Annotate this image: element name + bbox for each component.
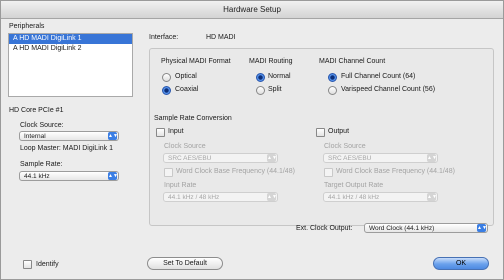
output-rate-value: 44.1 kHz / 48 kHz xyxy=(328,194,380,201)
full-count-label: Full Channel Count (64) xyxy=(341,73,416,80)
interface-label: Interface: xyxy=(149,34,179,41)
identify-label: Identify xyxy=(36,261,59,268)
updown-arrow-icon: ▲▼ xyxy=(267,154,277,162)
full-count-radio[interactable] xyxy=(328,73,337,82)
updown-arrow-icon: ▲▼ xyxy=(477,224,487,232)
updown-arrow-icon: ▲▼ xyxy=(267,193,277,201)
normal-label: Normal xyxy=(268,73,291,80)
hardware-setup-window: Hardware Setup Peripherals A HD MADI Dig… xyxy=(0,0,504,280)
input-rate-label: Input Rate xyxy=(164,182,197,189)
output-word-clock-checkbox[interactable] xyxy=(324,168,333,177)
updown-arrow-icon: ▲▼ xyxy=(427,154,437,162)
clock-source-label: Clock Source: xyxy=(20,122,64,129)
loop-master-text: Loop Master: MADI DigiLink 1 xyxy=(20,145,113,152)
updown-arrow-icon: ▲▼ xyxy=(427,193,437,201)
interface-value: HD MADI xyxy=(206,34,236,41)
set-to-default-button[interactable]: Set To Default xyxy=(147,257,223,270)
sample-rate-label: Sample Rate: xyxy=(20,161,63,168)
physical-format-label: Physical MADI Format xyxy=(161,58,231,65)
split-label: Split xyxy=(268,86,282,93)
input-rate-value: 44.1 kHz / 48 kHz xyxy=(168,194,220,201)
output-src-checkbox[interactable] xyxy=(316,128,325,137)
split-radio[interactable] xyxy=(256,86,265,95)
output-src-label: Output xyxy=(328,128,350,135)
ext-clock-value: Word Clock (44.1 kHz) xyxy=(369,225,435,232)
ok-button[interactable]: OK xyxy=(433,257,489,270)
clock-source-value: Internal xyxy=(24,133,46,140)
coaxial-radio[interactable] xyxy=(162,86,171,95)
device-name: HD Core PCIe #1 xyxy=(9,107,64,114)
sample-rate-select[interactable]: 44.1 kHz ▲▼ xyxy=(19,171,119,181)
peripheral-item[interactable]: A HD MADI DigiLink 1 xyxy=(9,34,132,44)
varispeed-count-label: Varispeed Channel Count (56) xyxy=(341,86,436,93)
input-src-label: Input xyxy=(168,128,184,135)
input-clock-source-label: Clock Source xyxy=(164,143,206,150)
peripheral-item[interactable]: A HD MADI DigiLink 2 xyxy=(9,44,132,54)
sample-rate-value: 44.1 kHz xyxy=(24,173,50,180)
input-clock-source-select[interactable]: SRC AES/EBU ▲▼ xyxy=(163,153,278,163)
varispeed-count-radio[interactable] xyxy=(328,86,337,95)
output-clock-source-select[interactable]: SRC AES/EBU ▲▼ xyxy=(323,153,438,163)
clock-source-select[interactable]: Internal ▲▼ xyxy=(19,131,119,141)
identify-checkbox[interactable] xyxy=(23,260,32,269)
normal-radio[interactable] xyxy=(256,73,265,82)
src-label: Sample Rate Conversion xyxy=(154,115,232,122)
output-clock-source-value: SRC AES/EBU xyxy=(328,155,372,162)
optical-label: Optical xyxy=(175,73,197,80)
peripherals-label: Peripherals xyxy=(9,23,45,30)
window-title: Hardware Setup xyxy=(1,1,503,19)
updown-arrow-icon: ▲▼ xyxy=(108,132,118,140)
output-word-clock-label: Word Clock Base Frequency (44.1/48) xyxy=(336,168,455,175)
coaxial-label: Coaxial xyxy=(175,86,199,93)
updown-arrow-icon: ▲▼ xyxy=(108,172,118,180)
input-word-clock-checkbox[interactable] xyxy=(164,168,173,177)
peripherals-list[interactable]: A HD MADI DigiLink 1 A HD MADI DigiLink … xyxy=(8,33,133,97)
output-clock-source-label: Clock Source xyxy=(324,143,366,150)
ext-clock-label: Ext. Clock Output: xyxy=(296,225,353,232)
input-clock-source-value: SRC AES/EBU xyxy=(168,155,212,162)
output-rate-label: Target Output Rate xyxy=(324,182,384,189)
channel-count-label: MADI Channel Count xyxy=(319,58,386,65)
ext-clock-select[interactable]: Word Clock (44.1 kHz) ▲▼ xyxy=(364,223,488,233)
output-rate-select[interactable]: 44.1 kHz / 48 kHz ▲▼ xyxy=(323,192,438,202)
input-src-checkbox[interactable] xyxy=(156,128,165,137)
input-word-clock-label: Word Clock Base Frequency (44.1/48) xyxy=(176,168,295,175)
routing-label: MADI Routing xyxy=(249,58,293,65)
input-rate-select[interactable]: 44.1 kHz / 48 kHz ▲▼ xyxy=(163,192,278,202)
optical-radio[interactable] xyxy=(162,73,171,82)
